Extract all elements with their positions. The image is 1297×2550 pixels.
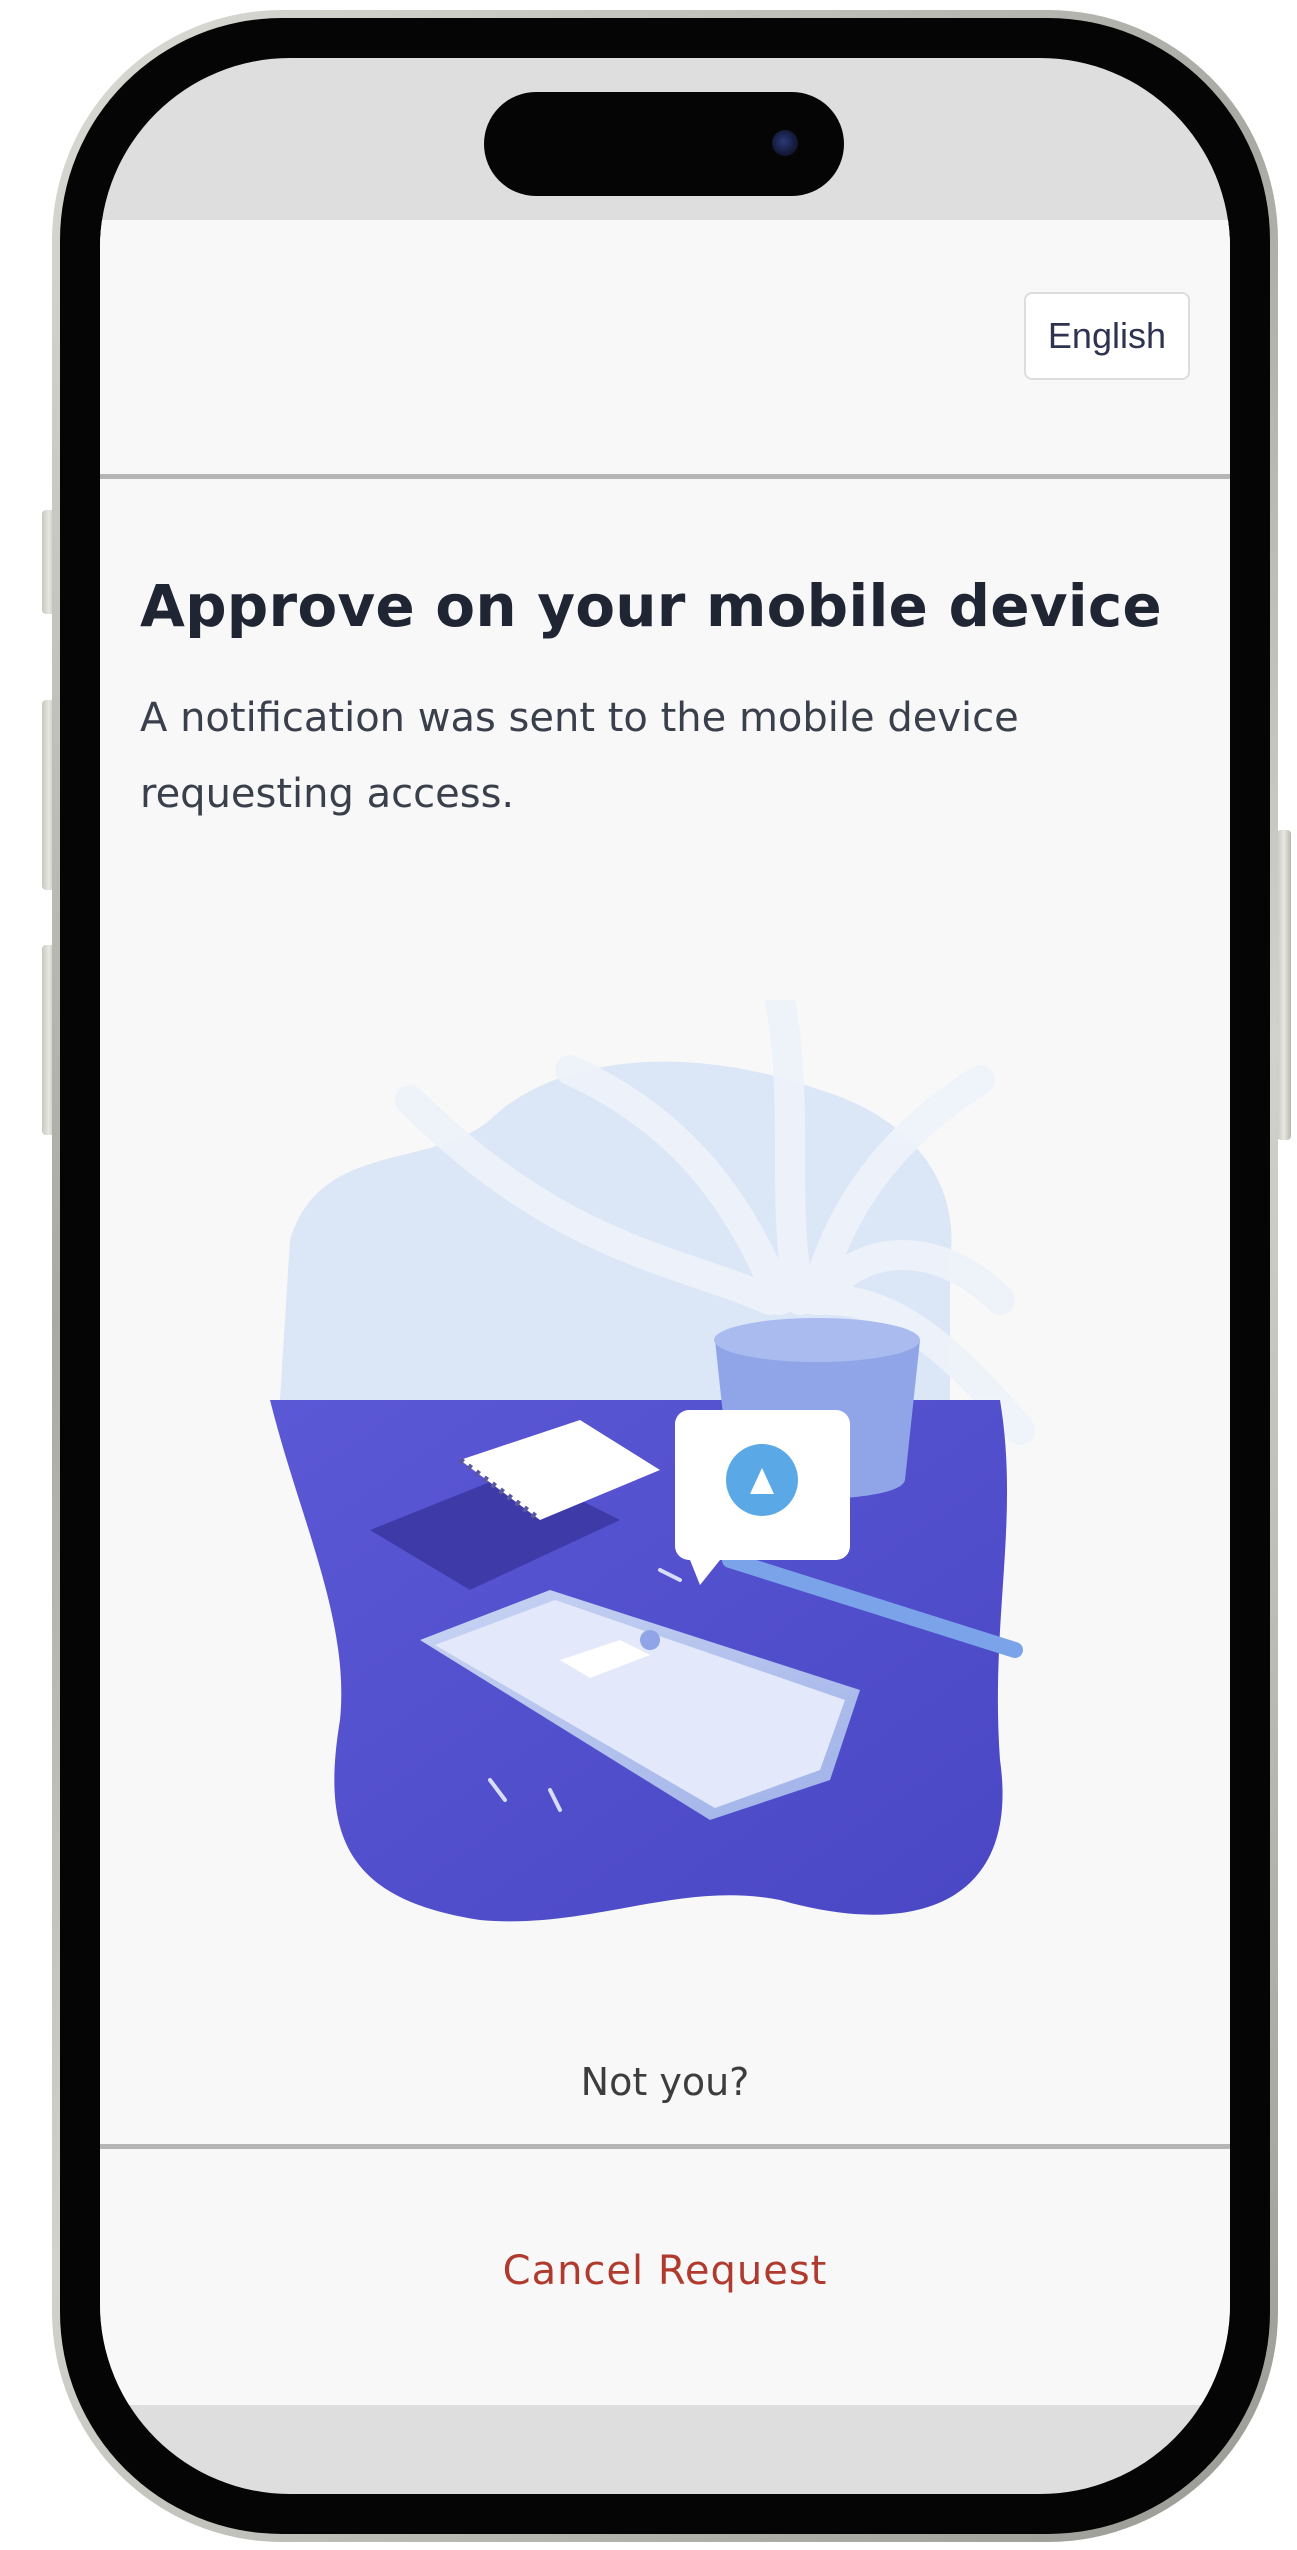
mobile-approval-illustration <box>270 1000 1035 1922</box>
approval-page: English Approve on your mobile device A … <box>100 220 1230 2405</box>
page-subtitle: A notification was sent to the mobile de… <box>140 695 1019 817</box>
footer-divider <box>100 2144 1230 2149</box>
page-title: Approve on your mobile device <box>140 572 1162 640</box>
language-selector[interactable]: English <box>1023 292 1190 380</box>
dynamic-island <box>484 92 844 196</box>
top-bar: English <box>100 220 1230 474</box>
phone-screen: English Approve on your mobile device A … <box>100 58 1230 2494</box>
cancel-request-button[interactable]: Cancel Request <box>100 2248 1230 2294</box>
camera-icon <box>772 130 798 156</box>
power-button <box>1277 830 1291 1140</box>
not-you-link[interactable]: Not you? <box>100 2060 1230 2104</box>
header-divider <box>100 474 1230 479</box>
